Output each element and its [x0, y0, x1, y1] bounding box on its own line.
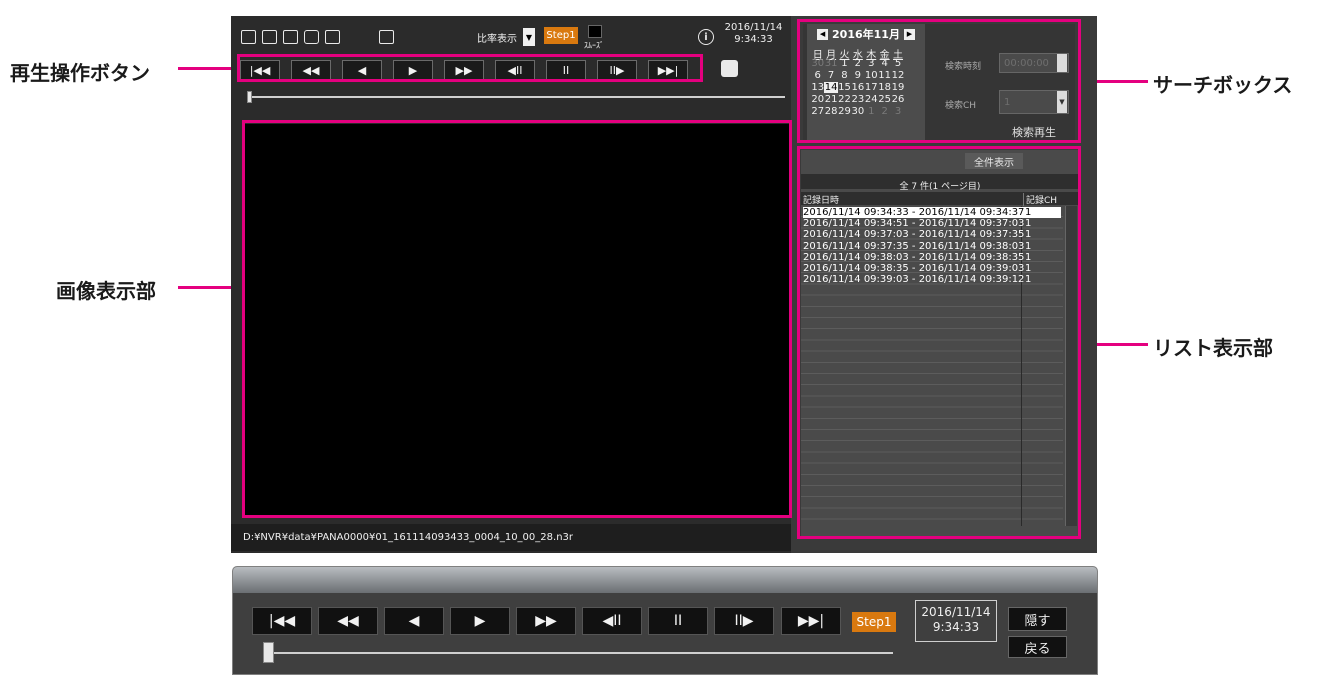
callout-image-area: 画像表示部	[56, 279, 156, 303]
reverse-play-button[interactable]: ◀	[384, 607, 444, 635]
seek-bar[interactable]	[273, 652, 893, 654]
display-mode-select[interactable]: 比率表示 ▼	[473, 27, 537, 47]
play-button[interactable]: ▶	[450, 607, 510, 635]
date-text: 2016/11/14	[724, 22, 783, 33]
fit-window-icon[interactable]	[325, 30, 340, 44]
fullscreen-icon[interactable]	[379, 30, 394, 44]
print-icon[interactable]	[304, 30, 319, 44]
open-file-icon[interactable]	[241, 30, 256, 44]
smooth-checkbox[interactable]	[588, 25, 602, 38]
display-mode-label: 比率表示	[477, 33, 517, 45]
file-path-bar: D:¥NVR¥data¥PANA0000¥01_161114093433_000…	[231, 524, 791, 551]
datetime-display: 2016/11/14 9:34:33	[915, 600, 997, 642]
fast-forward-button[interactable]: ▶▶	[516, 607, 576, 635]
skip-to-start-button[interactable]: |◀◀	[252, 607, 312, 635]
smooth-label: ｽﾑｰｽﾞ	[584, 41, 604, 50]
hide-button[interactable]: 隠す	[1008, 607, 1067, 631]
file-path-text: D:¥NVR¥data¥PANA0000¥01_161114093433_000…	[243, 532, 573, 543]
highlight-list-area	[797, 146, 1081, 539]
callout-playback-buttons: 再生操作ボタン	[10, 61, 150, 85]
back-button[interactable]: 戻る	[1008, 636, 1067, 658]
seek-bar[interactable]	[247, 96, 785, 98]
previous-frame-button[interactable]: ◀II	[582, 607, 642, 635]
highlight-playback-buttons	[237, 54, 703, 82]
control-bar-backdrop	[233, 567, 1097, 593]
open-folder-icon[interactable]	[262, 30, 277, 44]
time-text: 9:34:33	[932, 620, 980, 634]
time-text: 9:34:33	[734, 34, 773, 45]
highlight-image-area	[242, 120, 792, 518]
step-button[interactable]: Step1	[544, 27, 578, 44]
date-text: 2016/11/14	[921, 605, 991, 619]
step-button[interactable]: Step1	[852, 612, 896, 632]
seek-thumb[interactable]	[247, 91, 252, 103]
puzzle-icon[interactable]	[721, 60, 738, 77]
pause-button[interactable]: II	[648, 607, 708, 635]
skip-to-end-button[interactable]: ▶▶|	[781, 607, 841, 635]
datetime-display: 2016/11/14 9:34:33	[721, 22, 786, 46]
chevron-down-icon: ▼	[523, 28, 535, 46]
save-icon[interactable]	[283, 30, 298, 44]
next-frame-button[interactable]: II▶	[714, 607, 774, 635]
callout-list-area: リスト表示部	[1153, 336, 1273, 360]
seek-thumb[interactable]	[263, 642, 274, 663]
rewind-button[interactable]: ◀◀	[318, 607, 378, 635]
info-icon[interactable]: i	[698, 29, 714, 45]
fullscreen-control-bar: |◀◀ ◀◀ ◀ ▶ ▶▶ ◀II II II▶ ▶▶| Step1 2016/…	[232, 566, 1098, 675]
highlight-search-box	[797, 19, 1081, 143]
callout-search-box: サーチボックス	[1153, 73, 1293, 97]
